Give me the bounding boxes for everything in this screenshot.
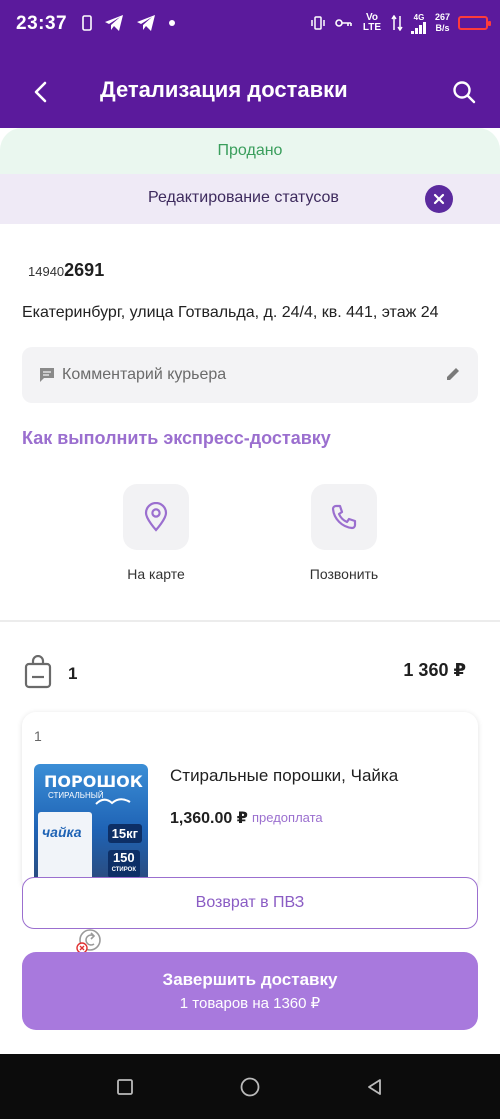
battery-icon — [458, 16, 491, 30]
package-washes-label: СТИРОК — [111, 867, 136, 873]
dot-icon — [169, 20, 175, 26]
seagull-icon — [95, 798, 131, 805]
data-arrows-icon — [391, 15, 403, 31]
telegram-icon — [105, 15, 123, 31]
order-id-main: 2691 — [64, 260, 105, 280]
volte-label: Vo LTE — [362, 12, 382, 33]
payment-type: предоплата — [252, 810, 323, 825]
status-banner: Продано — [0, 128, 500, 174]
product-price: 1,360.00 ₽ — [170, 810, 248, 827]
package-washes-count: 150 — [112, 850, 135, 865]
status-right-icons: Vo LTE 4G 267 B/s — [309, 12, 491, 34]
chevron-left-icon — [34, 81, 47, 103]
telegram-icon-2 — [137, 15, 155, 31]
action-map[interactable]: На карте — [86, 484, 226, 582]
status-time: 23:37 — [16, 13, 68, 34]
courier-comment-field[interactable]: Комментарий курьера — [22, 347, 478, 403]
pencil-icon[interactable] — [444, 365, 462, 383]
edit-statuses-close-button[interactable] — [425, 185, 453, 213]
net-speed-unit: B/s — [435, 23, 450, 33]
package-weight: 15кг — [107, 824, 142, 843]
search-button[interactable] — [446, 74, 482, 110]
recents-button[interactable] — [112, 1074, 138, 1100]
return-to-pickup-button[interactable]: Возврат в ПВЗ — [22, 877, 478, 929]
sim-card-icon — [82, 15, 92, 31]
edit-statuses-bar[interactable]: Редактирование статусов — [0, 174, 500, 224]
express-delivery-link[interactable]: Как выполнить экспресс-доставку — [22, 428, 331, 449]
package-brand-text: ПОРОШОК — [44, 772, 143, 791]
status-bar: 23:37 Vo LTE 4G 267 B/s — [0, 0, 500, 52]
map-pin-icon — [144, 502, 168, 532]
key-icon — [335, 19, 352, 27]
product-name: Стиральные порошки, Чайка — [170, 766, 399, 785]
product-card: 1 ПОРОШОК СТИРАЛЬНЫЙ чайка 15кг 150 СТИР… — [22, 712, 478, 892]
package-washes: 150 СТИРОК — [107, 850, 140, 878]
home-button[interactable] — [237, 1074, 263, 1100]
complete-delivery-button[interactable]: Завершить доставку 1 товаров на 1360 ₽ — [22, 952, 478, 1030]
section-divider — [0, 620, 500, 622]
complete-delivery-subtitle: 1 товаров на 1360 ₽ — [179, 995, 321, 1012]
package-logo-text: чайка — [42, 824, 82, 840]
back-system-button[interactable] — [362, 1074, 388, 1100]
call-label: Позвонить — [309, 566, 379, 582]
net-speed: 267 B/s — [435, 12, 450, 34]
phone-icon — [331, 504, 357, 530]
net-speed-value: 267 — [434, 12, 450, 22]
map-button[interactable] — [123, 484, 189, 550]
action-call[interactable]: Позвонить — [274, 484, 414, 582]
status-sold-text: Продано — [217, 142, 283, 159]
edit-statuses-label: Редактирование статусов — [148, 189, 339, 206]
map-label: На карте — [127, 566, 185, 582]
order-id: 149402691 — [28, 260, 104, 281]
close-icon — [433, 193, 445, 205]
items-count: 1 — [68, 664, 78, 683]
page-title: Детализация доставки — [100, 77, 348, 102]
system-nav-bar — [0, 1054, 500, 1119]
signal-icon — [410, 21, 426, 34]
app-header: Детализация доставки — [0, 52, 500, 128]
search-icon — [453, 81, 476, 104]
comment-icon — [40, 368, 54, 382]
complete-delivery-title: Завершить доставку — [162, 970, 338, 989]
notification-icons — [82, 14, 176, 32]
circle-icon — [240, 1077, 260, 1097]
order-id-prefix: 14940 — [28, 264, 65, 279]
call-button[interactable] — [311, 484, 377, 550]
network-type-label: 4G — [413, 12, 425, 22]
triangle-back-icon — [368, 1079, 381, 1095]
courier-comment-placeholder: Комментарий курьера — [62, 366, 227, 383]
product-image: ПОРОШОК СТИРАЛЬНЫЙ чайка 15кг 150 СТИРОК — [34, 764, 148, 884]
item-index: 1 — [34, 728, 42, 744]
square-icon — [117, 1079, 133, 1095]
vibrate-icon — [311, 16, 325, 30]
delivery-address: Екатеринбург, улица Готвальда, д. 24/4, … — [22, 304, 439, 321]
back-button[interactable] — [22, 74, 58, 110]
order-total: 1 360 ₽ — [403, 660, 466, 680]
shopping-bag-icon — [24, 655, 52, 689]
